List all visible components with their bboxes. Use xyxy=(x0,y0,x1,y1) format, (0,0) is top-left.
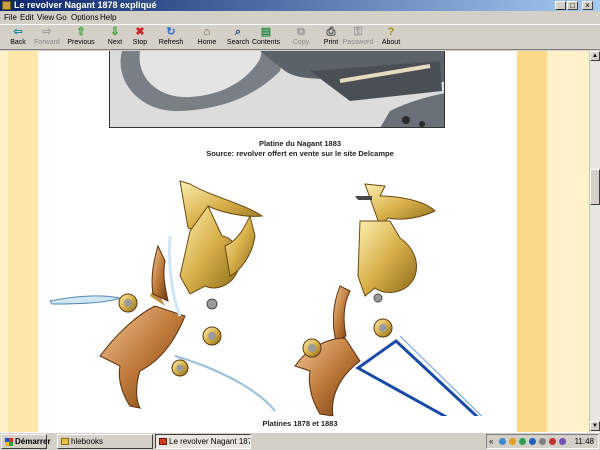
menu-file[interactable]: File xyxy=(4,12,17,23)
taskbar: Démarrer hlebooks Le revolver Nagant 187… xyxy=(0,432,600,450)
scroll-down-icon[interactable]: ▼ xyxy=(590,421,600,431)
scroll-thumb[interactable] xyxy=(590,169,600,205)
contents-icon: ▤ xyxy=(260,26,272,38)
start-label: Démarrer xyxy=(15,437,51,446)
task-label: Le revolver Nagant 1878 ... xyxy=(169,437,250,446)
menu-go[interactable]: Go xyxy=(56,12,67,23)
caption-platines: Platines 1878 et 1883 xyxy=(262,419,338,428)
toolbar-label: Contents xyxy=(251,39,281,46)
back-arrow-icon: ⇦ xyxy=(13,26,23,38)
update-icon[interactable] xyxy=(529,438,536,445)
menu-help[interactable]: Help xyxy=(100,12,116,23)
toolbar-refresh-button[interactable]: ↻ Refresh xyxy=(153,25,189,50)
ebook-icon xyxy=(159,438,167,445)
print-icon: ⎙ xyxy=(326,26,336,38)
scroll-up-icon[interactable]: ▲ xyxy=(590,51,600,61)
minimize-button[interactable]: _ xyxy=(555,1,566,10)
antivirus-icon[interactable] xyxy=(519,438,526,445)
toolbar: ⇦ Back ⇨ Forward ⇧ Previous ⇩ Next ✖ Stop ↻ Refresh… xyxy=(0,24,600,50)
toolbar-forward-button[interactable]: ⇨ Forward xyxy=(29,25,65,50)
lock-1883 xyxy=(294,183,499,432)
menu-bar: File Edit View Go Options Help xyxy=(0,11,600,24)
window-title: Le revolver Nagant 1878 expliqué xyxy=(14,0,157,10)
lock-mechanism-diagram xyxy=(40,176,516,432)
caption-platine-1883: Platine du Nagant 1883 xyxy=(258,139,342,148)
taskbar-item-nagant[interactable]: Le revolver Nagant 1878 ... xyxy=(155,434,251,449)
windows-flag-icon xyxy=(5,438,13,446)
network-icon[interactable] xyxy=(499,438,506,445)
clock: 11:48 xyxy=(574,437,594,446)
display-icon[interactable] xyxy=(559,438,566,445)
right-margin-band xyxy=(517,51,589,432)
messenger-icon[interactable] xyxy=(509,438,516,445)
volume-icon[interactable] xyxy=(539,438,546,445)
toolbar-label: Forward xyxy=(34,39,60,46)
system-tray: « 11:48 xyxy=(486,434,599,449)
toolbar-label: Password xyxy=(342,39,374,46)
toolbar-label: About xyxy=(381,39,401,46)
search-icon: ⌕ xyxy=(234,26,242,38)
taskbar-item-hlebooks[interactable]: hlebooks xyxy=(57,434,153,449)
key-icon: ⚿ xyxy=(353,26,363,38)
security-icon[interactable] xyxy=(549,438,556,445)
title-bar[interactable]: Le revolver Nagant 1878 expliqué _ □ × xyxy=(0,0,600,11)
revolver-photo xyxy=(109,51,445,128)
about-icon: ? xyxy=(387,26,395,38)
refresh-icon: ↻ xyxy=(166,26,176,38)
tray-expand-icon[interactable]: « xyxy=(489,436,493,447)
toolbar-password-button[interactable]: ⚿ Password xyxy=(340,25,376,50)
home-icon: ⌂ xyxy=(203,26,211,38)
menu-options[interactable]: Options xyxy=(71,12,99,23)
task-label: hlebooks xyxy=(71,437,104,446)
stop-icon: ✖ xyxy=(135,26,145,38)
close-button[interactable]: × xyxy=(582,1,593,10)
caption-source: Source: revolver offert en vente sur le … xyxy=(206,149,394,158)
menu-edit[interactable]: Edit xyxy=(20,12,34,23)
toolbar-about-button[interactable]: ? About xyxy=(373,25,409,50)
menu-view[interactable]: View xyxy=(37,12,54,23)
lock-1878 xyxy=(49,180,277,412)
browser-window: Le revolver Nagant 1878 expliqué _ □ × F… xyxy=(0,0,600,432)
up-arrow-icon: ⇧ xyxy=(76,26,86,38)
page-content: Platine du Nagant 1883 Source: revolver … xyxy=(0,51,589,432)
left-margin-band xyxy=(0,51,38,432)
toolbar-label: Refresh xyxy=(158,39,184,46)
start-button[interactable]: Démarrer xyxy=(1,434,51,449)
vertical-scrollbar[interactable]: ▲ ▼ xyxy=(589,51,600,432)
toolbar-previous-button[interactable]: ⇧ Previous xyxy=(63,25,99,50)
forward-arrow-icon: ⇨ xyxy=(42,26,52,38)
toolbar-label: Previous xyxy=(67,39,95,46)
app-icon xyxy=(2,1,11,10)
folder-icon xyxy=(61,438,69,445)
copy-icon: ⧉ xyxy=(297,26,305,38)
down-arrow-icon: ⇩ xyxy=(110,26,120,38)
maximize-button[interactable]: □ xyxy=(567,1,578,10)
toolbar-contents-button[interactable]: ▤ Contents xyxy=(248,25,284,50)
